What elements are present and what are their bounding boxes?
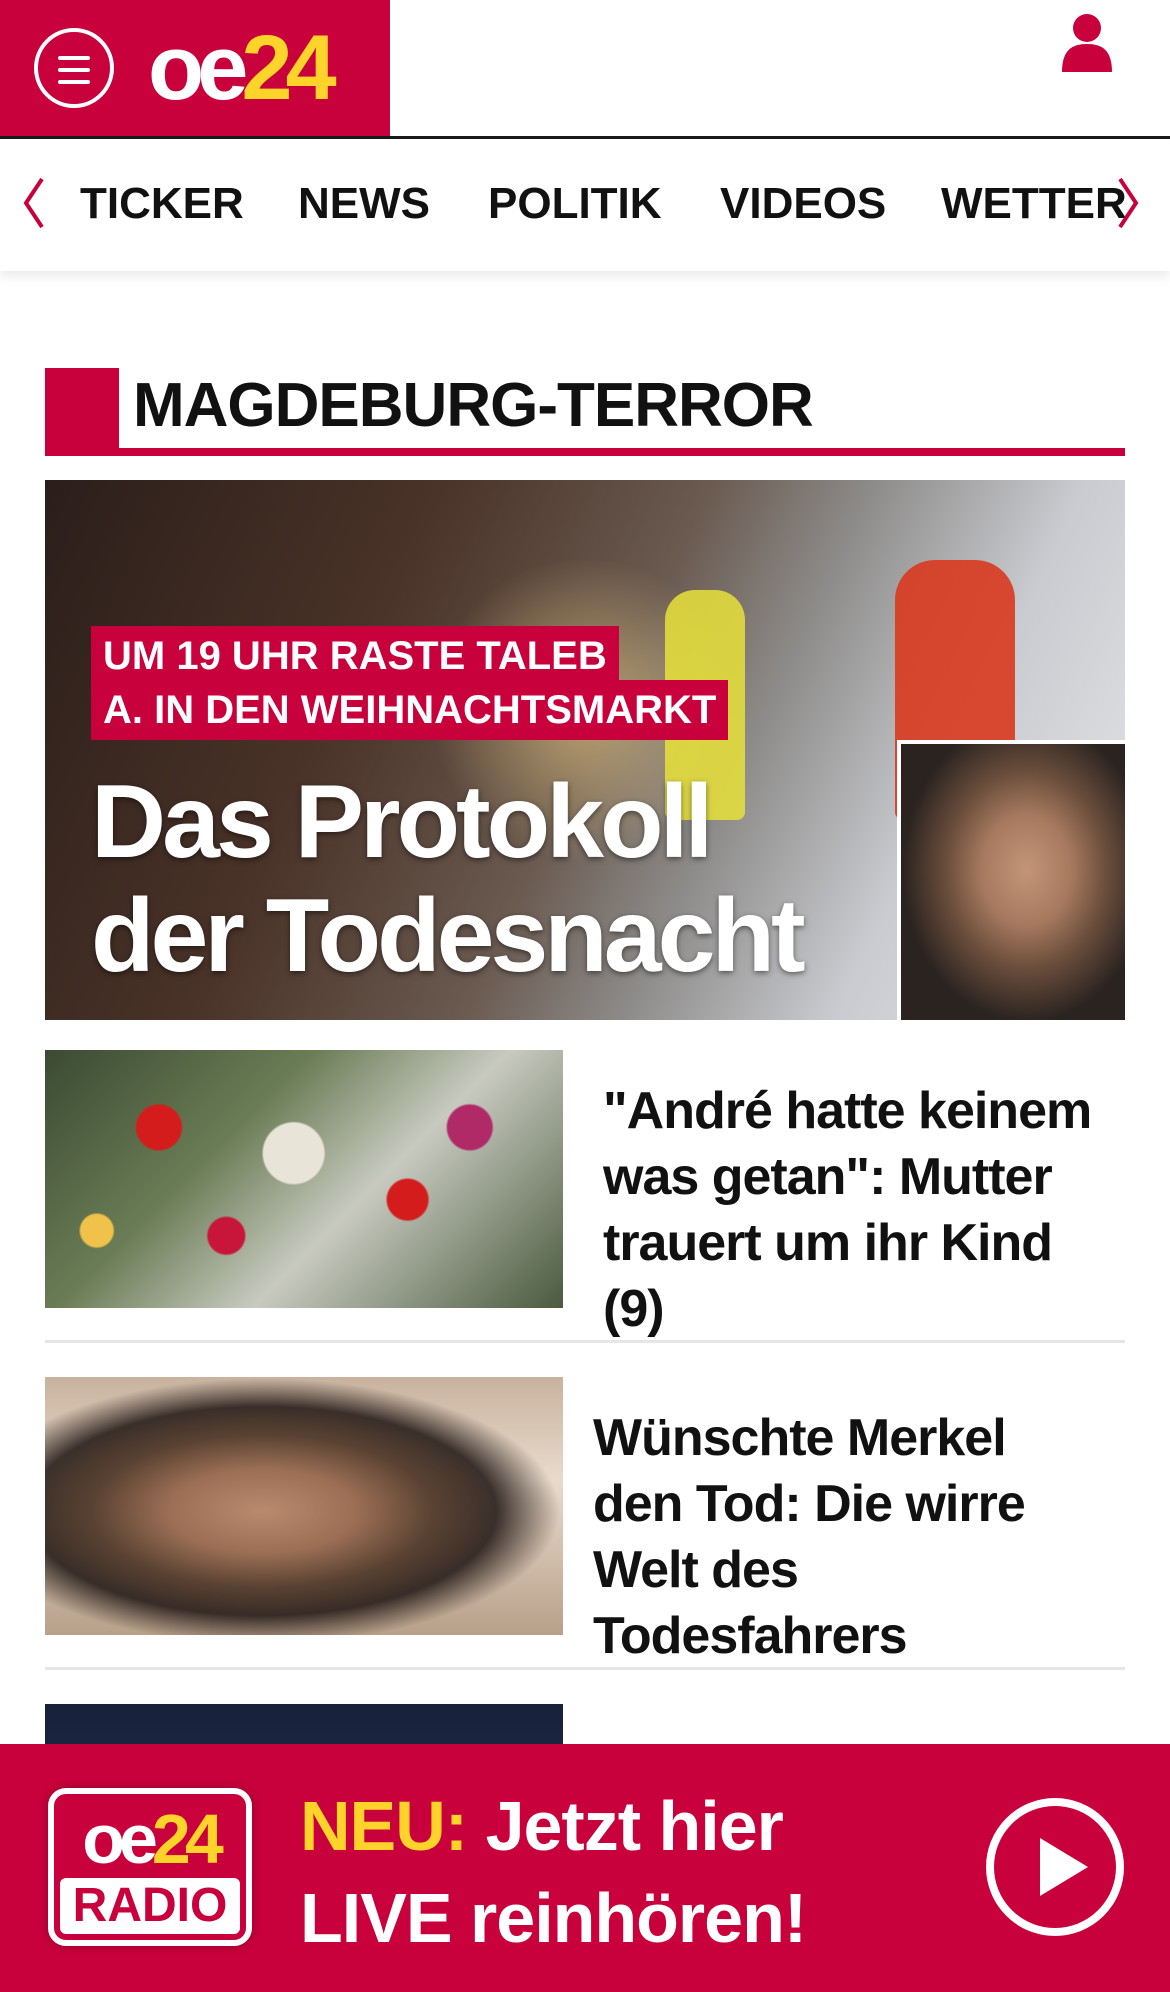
- article-thumbnail[interactable]: [45, 1377, 563, 1635]
- article-item[interactable]: Wünschte Merkel den Tod: Die wirre Welt …: [45, 1377, 1125, 1665]
- section-underline: [45, 448, 1125, 456]
- radio-logo-wordmark: oe24: [82, 1800, 224, 1878]
- nav-item-wetter[interactable]: WETTER: [941, 179, 1127, 229]
- radio-logo-label: RADIO: [60, 1878, 240, 1934]
- article-thumbnail[interactable]: [45, 1050, 563, 1308]
- chevron-left-icon[interactable]: [18, 173, 48, 233]
- nav-item-news[interactable]: NEWS: [298, 179, 430, 229]
- article-title[interactable]: "André hatte keinem was getan": Mutter t…: [603, 1078, 1103, 1342]
- section-title[interactable]: MAGDEBURG-TERROR: [133, 370, 814, 442]
- chevron-right-icon[interactable]: [1114, 173, 1144, 233]
- hero-headline: Das Protokoll der Todesnacht: [91, 764, 806, 994]
- section-accent-block: [45, 368, 119, 454]
- nav-item-ticker[interactable]: TICKER: [80, 179, 244, 229]
- article-title[interactable]: Wünschte Merkel den Tod: Die wirre Welt …: [593, 1405, 1093, 1669]
- hamburger-menu-icon[interactable]: [34, 28, 114, 108]
- article-item[interactable]: "André hatte keinem was getan": Mutter t…: [45, 1050, 1125, 1338]
- user-icon[interactable]: [1060, 12, 1114, 72]
- nav-item-politik[interactable]: POLITIK: [488, 179, 662, 229]
- article-divider: [45, 1340, 1125, 1343]
- hero-kicker-line: A. IN DEN WEIHNACHTSMARKT: [91, 680, 729, 740]
- hero-headline-line: Das Protokoll: [91, 764, 713, 880]
- section-header: MAGDEBURG-TERROR: [45, 368, 1125, 456]
- radio-promo-text[interactable]: NEU: Jetzt hier LIVE reinhören!: [300, 1780, 807, 1964]
- brand-block: oe24: [0, 0, 390, 136]
- radio-promo-line2: LIVE reinhören!: [300, 1879, 807, 1957]
- top-header: oe24: [0, 0, 1170, 139]
- play-icon[interactable]: [986, 1798, 1124, 1936]
- hero-kicker-line: UM 19 UHR RASTE TALEB: [91, 626, 619, 686]
- hero-headline-line: der Todesnacht: [91, 878, 806, 994]
- category-nav: TICKER NEWS POLITIK VIDEOS WETTER: [0, 139, 1170, 271]
- radio-promo-line1: NEU: Jetzt hier: [300, 1787, 784, 1865]
- article-divider: [45, 1667, 1125, 1670]
- hero-inset-portrait: [897, 740, 1125, 1020]
- oe24-logo[interactable]: oe24: [148, 22, 337, 114]
- radio-banner[interactable]: oe24 RADIO NEU: Jetzt hier LIVE reinhöre…: [0, 1744, 1170, 1992]
- nav-item-videos[interactable]: VIDEOS: [720, 179, 886, 229]
- hero-article[interactable]: UM 19 UHR RASTE TALEB A. IN DEN WEIHNACH…: [45, 480, 1125, 1020]
- oe24-radio-logo[interactable]: oe24 RADIO: [48, 1788, 252, 1946]
